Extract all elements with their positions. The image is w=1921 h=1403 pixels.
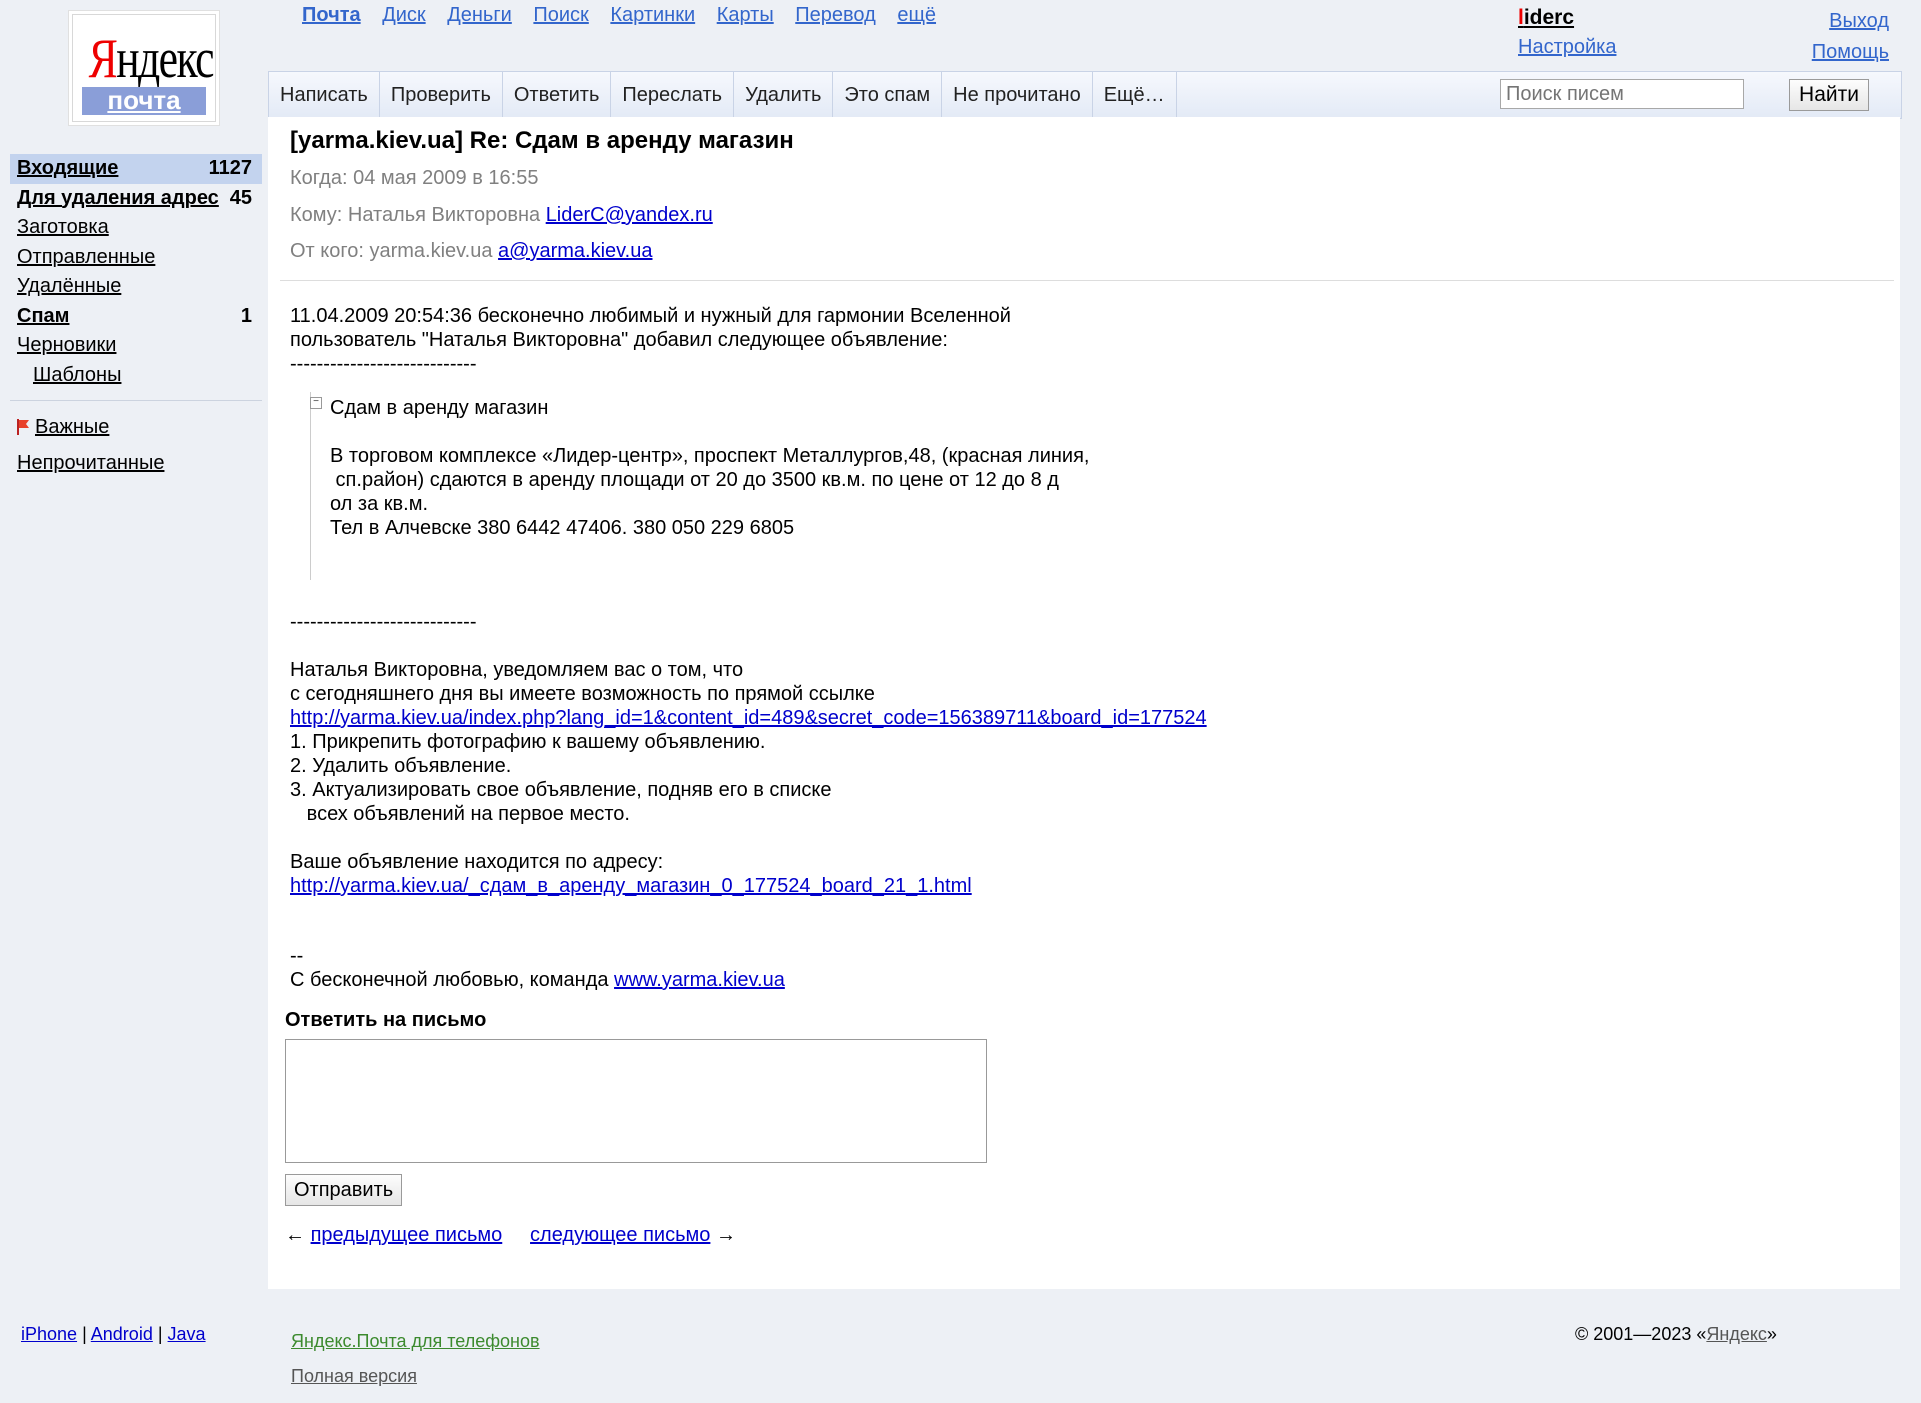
folder-label[interactable]: Заготовка <box>17 216 109 238</box>
signature: С бесконечной любовью, команда www.yarma… <box>290 969 785 991</box>
folder-count: 1127 <box>208 157 252 179</box>
collapse-icon[interactable]: − <box>310 397 322 409</box>
folder-sidebar: Входящие 1127 Для удаления адрес 45 Заго… <box>10 154 262 478</box>
message-intro: 11.04.2009 20:54:36 бесконечно любимый и… <box>290 305 1011 375</box>
nav-money[interactable]: Деньги <box>447 4 512 26</box>
prev-arrow-icon: ← <box>285 1224 305 1246</box>
services-nav: Почта Диск Деньги Поиск Картинки Карты П… <box>302 4 952 27</box>
compose-button[interactable]: Написать <box>269 72 380 118</box>
help-link[interactable]: Помощь <box>1812 41 1889 63</box>
sidebar-divider <box>10 400 262 401</box>
forward-button[interactable]: Переслать <box>611 72 735 118</box>
quote-title: Сдам в аренду магазин <box>330 397 549 419</box>
nav-images[interactable]: Картинки <box>610 4 695 26</box>
more-actions-button[interactable]: Ещё… <box>1093 72 1177 118</box>
quote-border <box>310 392 315 580</box>
reply-textarea[interactable] <box>285 1039 987 1163</box>
copyright: © 2001—2023 «Яндекс» <box>1575 1324 1777 1344</box>
spam-button[interactable]: Это спам <box>833 72 943 118</box>
logo-mail-label[interactable]: почта <box>82 87 206 115</box>
ad-page-link[interactable]: http://yarma.kiev.ua/_сдам_в_аренду_мага… <box>290 875 972 897</box>
message-date: Когда: 04 мая 2009 в 16:55 <box>290 167 539 189</box>
footer-links: Яндекс.Почта для телефонов Полная версия <box>291 1324 540 1394</box>
nav-translate[interactable]: Перевод <box>795 4 876 26</box>
settings-link[interactable]: Настройка <box>1518 36 1616 58</box>
folder-label[interactable]: Отправленные <box>17 246 155 268</box>
yandex-link[interactable]: Яндекс <box>1706 1324 1767 1344</box>
folder-label[interactable]: Удалённые <box>17 275 121 297</box>
message-separator: ---------------------------- <box>290 611 477 633</box>
java-link[interactable]: Java <box>168 1324 206 1344</box>
folder-label[interactable]: Спам <box>17 305 69 327</box>
user-name[interactable]: liderc <box>1518 6 1574 30</box>
next-message-link[interactable]: следующее письмо <box>530 1224 710 1246</box>
nav-search[interactable]: Поиск <box>533 4 588 26</box>
address-label: Ваше объявление находится по адресу: <box>290 851 664 873</box>
message-pager: ← предыдущее письмо следующее письмо → <box>285 1224 736 1247</box>
unread-link[interactable]: Непрочитанные <box>17 452 164 474</box>
message-subject: [yarma.kiev.ua] Re: Сдам в аренду магази… <box>290 127 794 154</box>
message-recipient: Кому: Наталья Викторовна LiderC@yandex.r… <box>290 204 713 226</box>
folder-count: 1 <box>240 304 252 327</box>
recipient-email[interactable]: LiderC@yandex.ru <box>546 204 713 226</box>
send-button[interactable]: Отправить <box>285 1174 403 1206</box>
mobile-mail-link[interactable]: Яндекс.Почта для телефонов <box>291 1331 540 1351</box>
folder-templates[interactable]: Шаблоны <box>10 361 262 391</box>
prev-message-link[interactable]: предыдущее письмо <box>311 1224 503 1246</box>
account-links: Выход Помощь <box>1812 6 1889 68</box>
nav-maps[interactable]: Карты <box>717 4 774 26</box>
folder-inbox[interactable]: Входящие 1127 <box>10 154 262 184</box>
mobile-apps: iPhone | Android | Java <box>21 1324 206 1344</box>
folder-label[interactable]: Входящие <box>17 157 118 179</box>
full-version-link[interactable]: Полная версия <box>291 1366 417 1386</box>
sender-email[interactable]: a@yarma.kiev.ua <box>498 240 652 262</box>
nav-disk[interactable]: Диск <box>382 4 425 26</box>
message-notice: Наталья Викторовна, уведомляем вас о том… <box>290 659 875 705</box>
header-divider <box>280 280 1894 281</box>
check-mail-button[interactable]: Проверить <box>380 72 503 118</box>
label-important[interactable]: Важные <box>10 413 262 442</box>
folder-label[interactable]: Черновики <box>17 334 116 356</box>
next-arrow-icon: → <box>715 1224 736 1246</box>
mark-unread-button[interactable]: Не прочитано <box>942 72 1093 118</box>
ad-manage-link[interactable]: http://yarma.kiev.ua/index.php?lang_id=1… <box>290 707 1207 729</box>
folder-to-delete[interactable]: Для удаления адрес 45 <box>10 184 262 214</box>
signature-dash: -- <box>290 945 304 967</box>
message-sender: От кого: yarma.kiev.ua a@yarma.kiev.ua <box>290 240 653 262</box>
nav-mail[interactable]: Почта <box>302 4 361 26</box>
yandex-logo[interactable]: Яндекс почта <box>72 14 216 122</box>
logo-wordmark: Яндекс <box>88 28 215 90</box>
iphone-link[interactable]: iPhone <box>21 1324 77 1344</box>
mail-search-input[interactable] <box>1500 79 1744 109</box>
quote-body: В торговом комплексе «Лидер-центр», прос… <box>330 445 1090 539</box>
folder-drafts[interactable]: Черновики <box>10 331 262 361</box>
reply-button[interactable]: Ответить <box>503 72 612 118</box>
search-button[interactable]: Найти <box>1789 79 1869 111</box>
folder-drafts-template[interactable]: Заготовка <box>10 213 262 243</box>
folder-sent[interactable]: Отправленные <box>10 243 262 273</box>
folder-spam[interactable]: Спам 1 <box>10 302 262 332</box>
message-panel: [yarma.kiev.ua] Re: Сдам в аренду магази… <box>268 117 1900 1289</box>
folder-count: 45 <box>229 186 252 209</box>
folder-label[interactable]: Для удаления адрес <box>17 187 219 209</box>
reply-title: Ответить на письмо <box>285 1009 487 1031</box>
site-link[interactable]: www.yarma.kiev.ua <box>614 969 785 991</box>
delete-button[interactable]: Удалить <box>734 72 834 118</box>
important-link[interactable]: Важные <box>35 416 109 438</box>
nav-more[interactable]: ещё <box>897 4 936 26</box>
flag-icon <box>17 419 29 435</box>
android-link[interactable]: Android <box>91 1324 153 1344</box>
logout-link[interactable]: Выход <box>1829 10 1889 32</box>
folder-label[interactable]: Шаблоны <box>33 364 121 386</box>
folder-deleted[interactable]: Удалённые <box>10 272 262 302</box>
message-options-list: 1. Прикрепить фотографию к вашему объявл… <box>290 731 832 825</box>
label-unread[interactable]: Непрочитанные <box>10 449 262 478</box>
